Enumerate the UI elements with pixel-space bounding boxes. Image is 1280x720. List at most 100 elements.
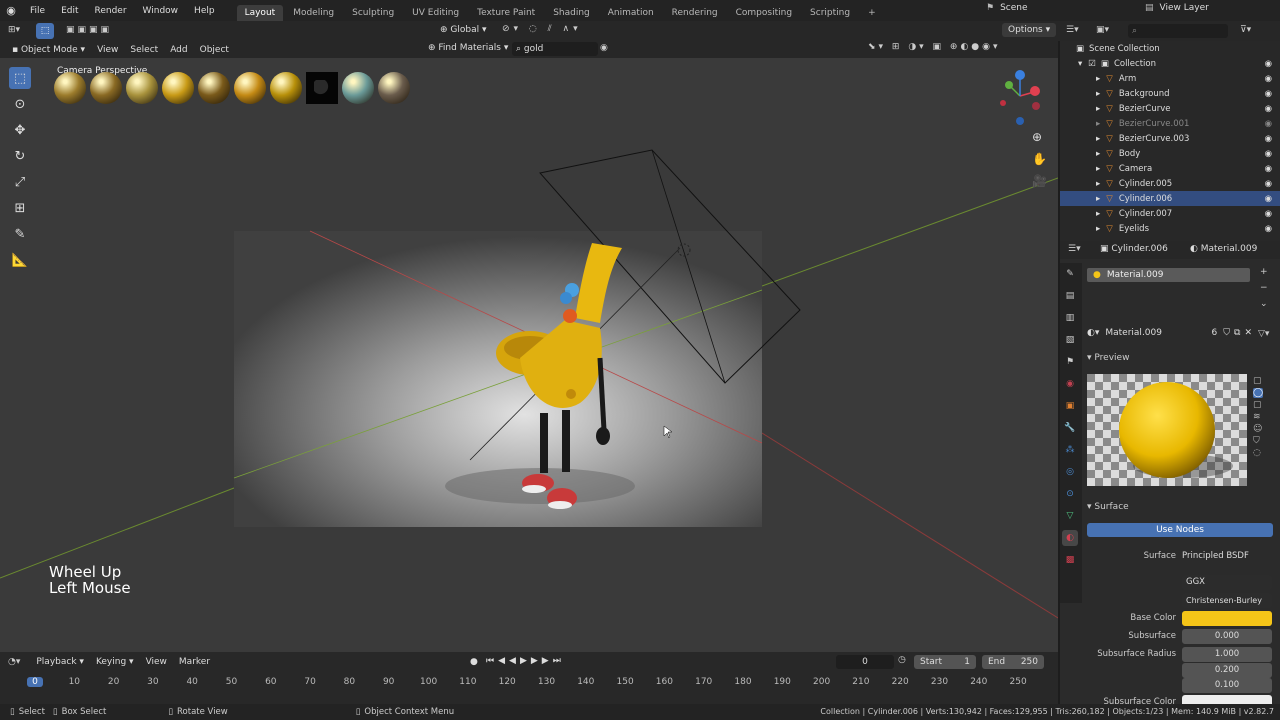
material-datablock[interactable]: ◐▾ Material.009 6 ⛉ ⧉ ✕ [1087, 328, 1252, 338]
tab-layout[interactable]: Layout [236, 5, 284, 21]
outliner-item[interactable]: ▸ ▽ Camera ◉ [1060, 161, 1280, 176]
menu-window[interactable]: Window [135, 6, 187, 16]
rotate-icon[interactable]: ↻ [9, 145, 31, 167]
material-thumbnail[interactable] [198, 72, 230, 104]
subsurface-method-dropdown[interactable]: Christensen-Burley [1182, 592, 1272, 608]
filter-icon[interactable]: ⊽▾ [1240, 25, 1251, 35]
tab-texture-paint[interactable]: Texture Paint [469, 5, 543, 21]
eye-icon[interactable]: ◉ [1265, 104, 1272, 114]
measure-icon[interactable]: 📐 [9, 249, 31, 271]
expand-icon[interactable]: ▸ [1096, 194, 1100, 204]
surface-panel-header[interactable]: ▾ Surface [1087, 502, 1129, 512]
sphere-preview-icon[interactable]: ◯ [1253, 388, 1264, 398]
expand-icon[interactable]: ▸ [1096, 224, 1100, 234]
outliner-search-input[interactable]: ⌕ [1128, 24, 1228, 38]
menu-edit[interactable]: Edit [53, 6, 86, 16]
subsurface-field[interactable]: 0.000 [1182, 628, 1272, 644]
scene-selector[interactable]: ⚑ Scene [986, 3, 1028, 13]
options-dropdown[interactable]: Options ▾ [1002, 23, 1057, 37]
select-tool-icon[interactable]: ⬚ [36, 23, 54, 39]
physics-tab-icon[interactable]: ◎ [1062, 464, 1078, 480]
view-layer-tab-icon[interactable]: ▧ [1062, 332, 1078, 348]
transform-icon[interactable]: ⊞ [9, 197, 31, 219]
eye-icon[interactable]: ◉ [1265, 209, 1272, 219]
link-dropdown[interactable]: ▽▾ [1258, 329, 1269, 339]
material-thumbnail[interactable] [90, 72, 122, 104]
constraints-tab-icon[interactable]: ⊙ [1062, 486, 1078, 502]
tab-compositing[interactable]: Compositing [728, 5, 800, 21]
tab-sculpting[interactable]: Sculpting [344, 5, 402, 21]
material-search-input[interactable]: ⌕ gold [512, 42, 598, 56]
material-tab-icon[interactable]: ◐ [1062, 530, 1078, 546]
find-materials-dropdown[interactable]: ⊕ Find Materials ▾ [428, 43, 508, 53]
base-color-swatch[interactable] [1182, 610, 1272, 626]
expand-icon[interactable]: ▸ [1096, 74, 1100, 84]
camera-view-icon[interactable]: 🎥 [1032, 174, 1047, 188]
texture-tab-icon[interactable]: ▩ [1062, 552, 1078, 568]
expand-icon[interactable]: ▾ [1078, 59, 1082, 69]
eye-icon[interactable]: ◉ [1265, 224, 1272, 234]
menu-select[interactable]: Select [124, 45, 164, 55]
eye-icon[interactable]: ◉ [1265, 194, 1272, 204]
material-thumbnail[interactable] [126, 72, 158, 104]
eye-icon[interactable]: ◉ [1265, 134, 1272, 144]
browse-material-icon[interactable]: ◐▾ [1087, 328, 1099, 338]
hand-icon[interactable]: ✋ [1032, 152, 1047, 166]
monkey-preview-icon[interactable]: ☺ [1253, 424, 1263, 434]
material-thumbnail[interactable] [342, 72, 374, 104]
tab-uv-editing[interactable]: UV Editing [404, 5, 467, 21]
scale-icon[interactable]: ⤢ [9, 171, 31, 193]
outliner-item[interactable]: ▸ ▽ Body ◉ [1060, 146, 1280, 161]
move-icon[interactable]: ✥ [9, 119, 31, 141]
blender-logo-icon[interactable]: ◉ [0, 4, 22, 17]
cursor-icon[interactable]: ⊙ [9, 93, 31, 115]
tool-tab-icon[interactable]: ✎ [1062, 266, 1078, 282]
world-tab-icon[interactable]: ◉ [1062, 376, 1078, 392]
outliner-item[interactable]: ▸ ▽ Cylinder.007 ◉ [1060, 206, 1280, 221]
eye-icon[interactable]: ◉ [1265, 59, 1272, 69]
navigation-gizmo[interactable] [990, 66, 1050, 126]
tab-scripting[interactable]: Scripting [802, 5, 858, 21]
outliner-item[interactable]: ▸ ▽ BezierCurve.001 ◉ [1060, 116, 1280, 131]
add-slot-icon[interactable]: + [1260, 267, 1268, 277]
particles-tab-icon[interactable]: ⁂ [1062, 442, 1078, 458]
add-workspace-button[interactable]: + [860, 5, 884, 21]
material-thumbnail[interactable] [378, 72, 410, 104]
material-thumbnail[interactable] [54, 72, 86, 104]
eye-icon[interactable]: ◉ [1265, 149, 1272, 159]
fluid-preview-icon[interactable]: ◌ [1253, 448, 1263, 458]
collection-row[interactable]: ▾ ☑ ▣ Collection ◉ [1060, 56, 1280, 71]
hair-preview-icon[interactable]: ≋ [1253, 412, 1263, 422]
eye-icon[interactable]: ◉ [1265, 89, 1272, 99]
object-mode-dropdown[interactable]: ▪ Object Mode ▾ [6, 45, 91, 55]
scene-tab-icon[interactable]: ⚑ [1062, 354, 1078, 370]
outliner-item[interactable]: ▸ ▽ Eyelids ◉ [1060, 221, 1280, 236]
expand-icon[interactable]: ▸ [1096, 89, 1100, 99]
data-tab-icon[interactable]: ▽ [1062, 508, 1078, 524]
expand-icon[interactable]: ▸ [1096, 119, 1100, 129]
expand-icon[interactable]: ▸ [1096, 179, 1100, 189]
view-layer-selector[interactable]: ▤ View Layer [1145, 3, 1209, 13]
snap-icons[interactable]: ⊘▾ ◌ ⫽ ∧▾ [502, 24, 582, 34]
expand-icon[interactable]: ▸ [1096, 104, 1100, 114]
duplicate-icon[interactable]: ⧉ [1234, 328, 1240, 338]
expand-icon[interactable]: ▸ [1096, 164, 1100, 174]
tab-rendering[interactable]: Rendering [664, 5, 726, 21]
outliner-type-icon[interactable]: ☰▾ [1066, 25, 1079, 35]
object-context[interactable]: ▣ Cylinder.006 [1100, 244, 1168, 254]
plane-preview-icon[interactable]: ▢ [1253, 376, 1263, 386]
checkbox-icon[interactable]: ☑ [1088, 59, 1096, 69]
expand-icon[interactable]: ▸ [1096, 134, 1100, 144]
cube-preview-icon[interactable]: ▢ [1253, 400, 1263, 410]
slot-menu-icon[interactable]: ⌄ [1260, 299, 1268, 309]
select-mode-icons[interactable]: ▣▣▣▣ [66, 25, 112, 35]
radius-x-field[interactable]: 1.000 [1182, 646, 1272, 662]
material-context[interactable]: ◐ Material.009 [1190, 244, 1257, 254]
annotate-icon[interactable]: ✎ [9, 223, 31, 245]
outliner-item[interactable]: ▸ ▽ BezierCurve ◉ [1060, 101, 1280, 116]
orientation-dropdown[interactable]: ⊕ Global ▾ [440, 25, 487, 35]
use-nodes-button[interactable]: Use Nodes [1087, 523, 1273, 537]
eye-icon[interactable]: ◉ [1265, 74, 1272, 84]
scene-collection-row[interactable]: ▣ Scene Collection [1060, 41, 1280, 56]
tab-animation[interactable]: Animation [600, 5, 662, 21]
